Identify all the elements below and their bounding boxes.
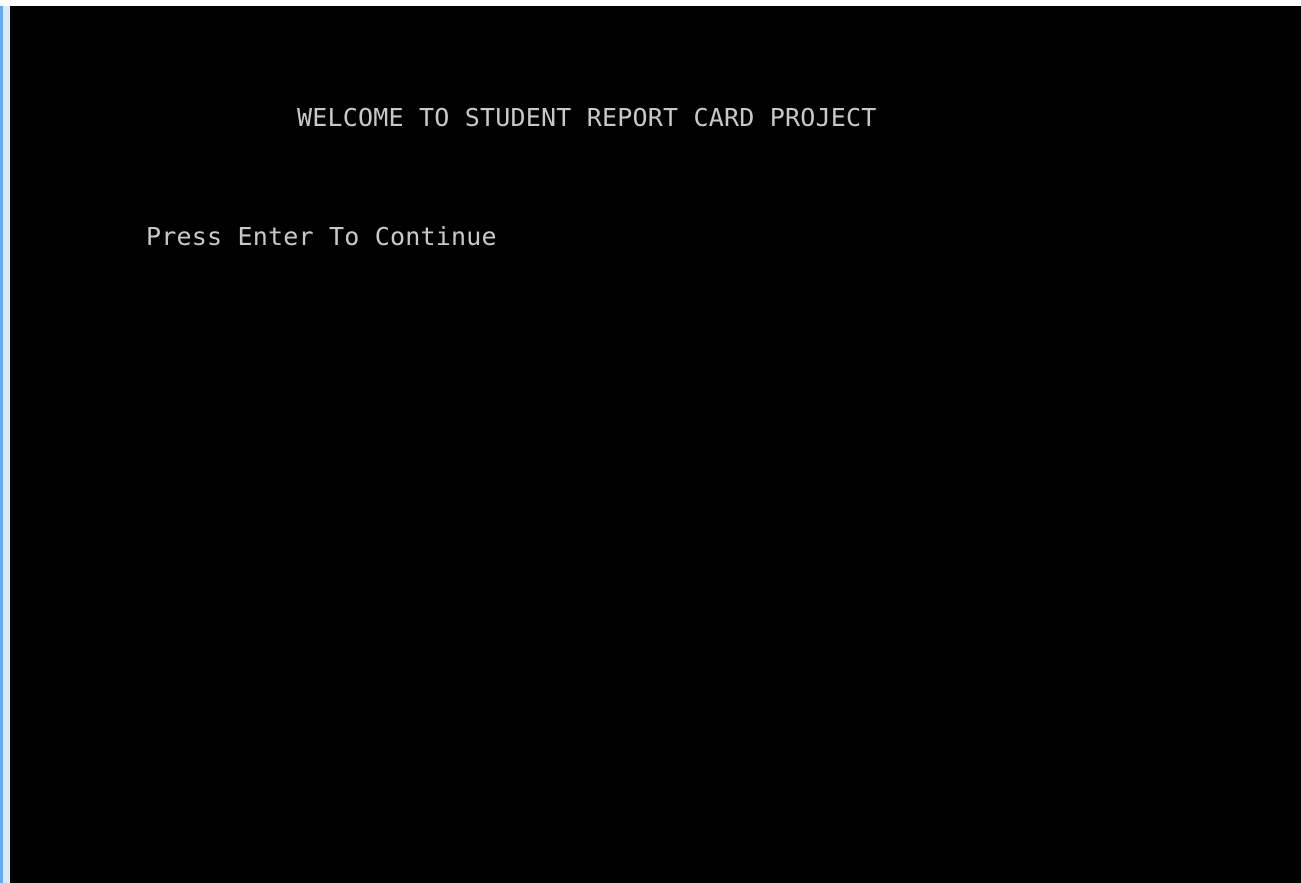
welcome-heading: WELCOME TO STUDENT REPORT CARD PROJECT: [297, 103, 877, 132]
continue-prompt: Press Enter To Continue: [146, 222, 497, 251]
console-window: WELCOME TO STUDENT REPORT CARD PROJECT P…: [0, 0, 1301, 883]
window-left-border: [0, 6, 10, 883]
console-output-area[interactable]: WELCOME TO STUDENT REPORT CARD PROJECT P…: [10, 6, 1301, 883]
